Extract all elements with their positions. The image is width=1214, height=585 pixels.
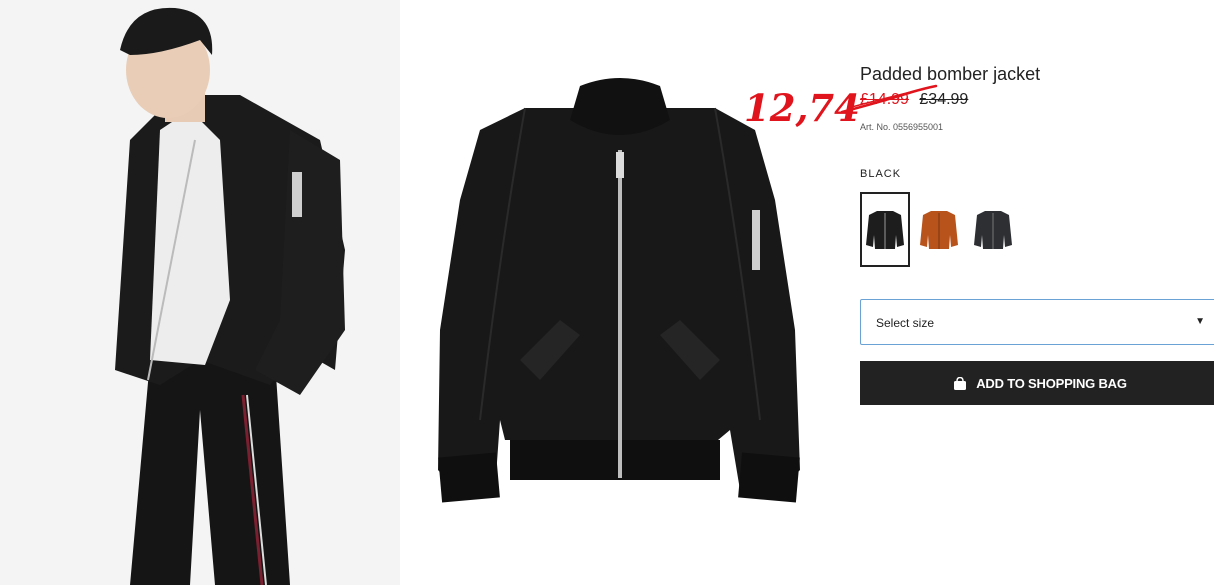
price-row: £14.99 £34.99 <box>860 91 968 109</box>
color-swatches <box>860 192 1018 267</box>
article-number: Art. No. 0556955001 <box>860 122 944 132</box>
model-photo <box>0 0 400 585</box>
size-select-label: Select size <box>876 316 935 330</box>
selected-color-label: BLACK <box>860 168 902 180</box>
jacket-thumbnail-rust <box>920 210 958 249</box>
shopping-bag-icon <box>954 376 967 390</box>
product-title: Padded bomber jacket <box>860 64 1041 84</box>
add-to-bag-label: ADD TO SHOPPING BAG <box>976 375 1127 391</box>
jacket-thumbnail-dark-grey <box>974 210 1012 249</box>
jacket-thumbnail-black <box>866 210 904 249</box>
regular-price: £34.99 <box>919 91 969 108</box>
caret-down-icon: ▼ <box>1195 316 1205 327</box>
swatch-dark-grey[interactable] <box>968 192 1018 267</box>
swatch-rust[interactable] <box>914 192 964 267</box>
size-select[interactable]: Select size ▼ <box>860 299 1214 345</box>
add-to-bag-button[interactable]: ADD TO SHOPPING BAG <box>860 361 1214 405</box>
swatch-black[interactable] <box>860 192 910 267</box>
old-price: £14.99 <box>860 91 909 108</box>
